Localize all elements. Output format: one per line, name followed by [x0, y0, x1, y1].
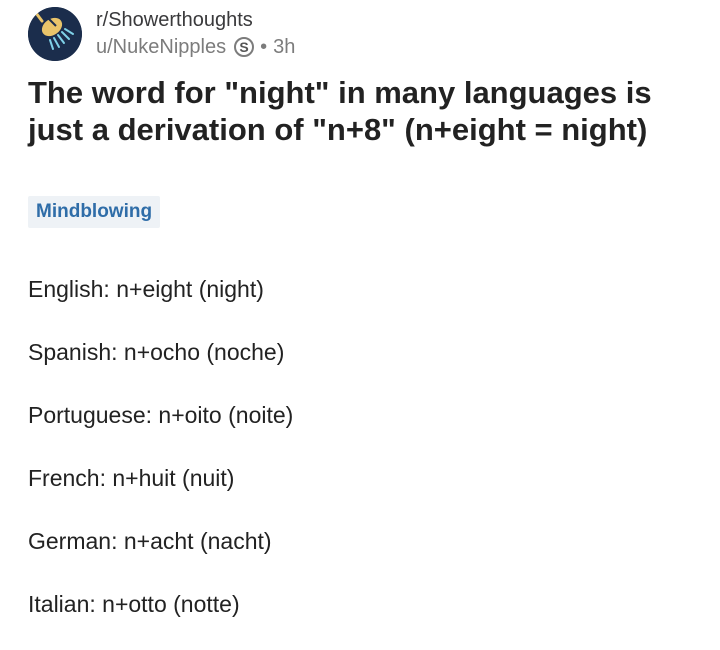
body-line: Italian: n+otto (notte): [28, 591, 240, 617]
post-title[interactable]: The word for "night" in many languages i…: [28, 74, 698, 148]
post-body: English: n+eight (night) Spanish: n+ocho…: [28, 272, 293, 650]
body-line: English: n+eight (night): [28, 276, 264, 302]
body-line: Portuguese: n+oito (noite): [28, 402, 294, 428]
subreddit-avatar[interactable]: [28, 7, 82, 61]
post-header: r/Showerthoughts u/NukeNipples S • 3h: [28, 6, 295, 62]
body-line: Spanish: n+ocho (noche): [28, 339, 285, 365]
author-username[interactable]: u/NukeNipples: [96, 34, 226, 60]
body-line: French: n+huit (nuit): [28, 465, 235, 491]
post-age: 3h: [273, 36, 296, 58]
subreddit-name[interactable]: r/Showerthoughts: [96, 8, 295, 32]
post-meta: r/Showerthoughts u/NukeNipples S • 3h: [96, 8, 295, 60]
separator-dot: •: [260, 36, 268, 58]
author-line: u/NukeNipples S • 3h: [96, 34, 295, 60]
showerhead-icon: [28, 7, 82, 61]
user-badge: S: [234, 37, 255, 57]
body-line: German: n+acht (nacht): [28, 528, 272, 554]
post-flair[interactable]: Mindblowing: [28, 196, 161, 228]
